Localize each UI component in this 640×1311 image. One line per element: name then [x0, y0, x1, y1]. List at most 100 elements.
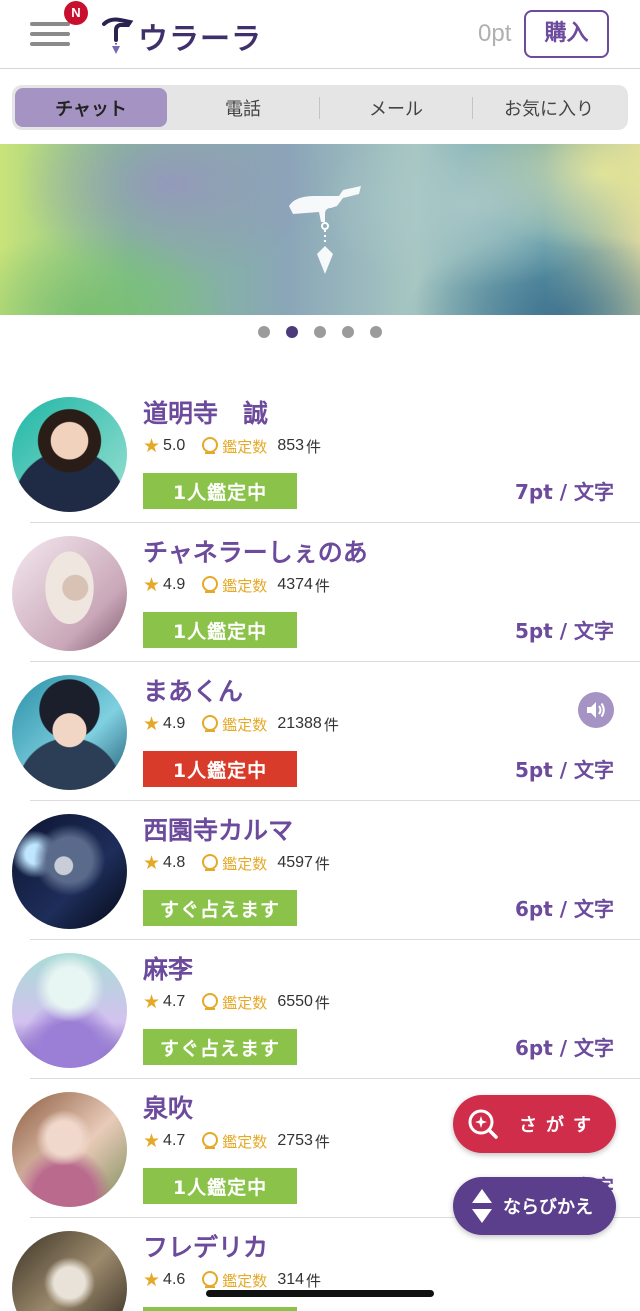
status-badge: すぐ占えます: [143, 890, 297, 926]
search-button[interactable]: さがす: [453, 1095, 616, 1153]
reader-name[interactable]: 泉吹: [143, 1089, 193, 1125]
reading-count-unit: 件: [314, 576, 330, 595]
reader-row[interactable]: チャネラーしぇのあ ★ 4.9 鑑定数 4374 件 1人鑑定中 5pt / 文…: [0, 523, 640, 662]
status-badge: 1人鑑定中: [143, 473, 297, 509]
crystal-ball-icon: [202, 576, 219, 593]
speaker-icon: [587, 702, 605, 718]
reader-price: 5pt / 文字: [514, 619, 614, 643]
reader-meta: ★ 4.9 鑑定数 21388 件: [143, 712, 339, 736]
home-indicator: [206, 1290, 434, 1297]
reader-rating: 4.8: [163, 854, 186, 871]
reading-count-unit: 件: [314, 1132, 330, 1151]
reader-meta: ★ 4.7 鑑定数 6550 件: [143, 990, 330, 1014]
reader-rating: 4.9: [163, 576, 186, 593]
reading-count-label: 鑑定数: [222, 437, 268, 456]
tab-mail[interactable]: メール: [320, 88, 472, 127]
points-balance: 0pt: [478, 20, 512, 47]
reader-rating: 4.7: [163, 993, 186, 1010]
reading-count-unit: 件: [323, 715, 339, 734]
app-header: N ウラーラ 0pt 購入: [0, 0, 640, 69]
reading-count-unit: 件: [314, 854, 330, 873]
status-badge: 1人鑑定中: [143, 612, 297, 648]
pagination-dot[interactable]: [370, 326, 382, 338]
star-icon: ★: [143, 852, 161, 874]
pagination-dot-active[interactable]: [286, 326, 298, 338]
search-button-label: さがす: [519, 1115, 600, 1136]
reader-name[interactable]: チャネラーしぇのあ: [143, 533, 368, 569]
status-badge: 1人鑑定中: [143, 751, 297, 787]
reader-row[interactable]: 麻李 ★ 4.7 鑑定数 6550 件 すぐ占えます 6pt / 文字: [0, 940, 640, 1079]
sort-button[interactable]: ならびかえ: [453, 1177, 616, 1235]
promo-banner[interactable]: [0, 144, 640, 315]
pagination-dot[interactable]: [258, 326, 270, 338]
reader-name[interactable]: 麻李: [143, 950, 193, 986]
reader-row[interactable]: まあくん ★ 4.9 鑑定数 21388 件 1人鑑定中 5pt / 文字: [0, 662, 640, 801]
star-icon: ★: [143, 1269, 161, 1291]
reader-meta: ★ 4.8 鑑定数 4597 件: [143, 851, 330, 875]
reading-count-unit: 件: [306, 437, 322, 456]
reading-count: 6550: [277, 993, 313, 1010]
star-icon: ★: [143, 713, 161, 735]
reader-avatar[interactable]: [12, 1231, 127, 1311]
crystal-ball-icon: [202, 993, 219, 1010]
reader-avatar[interactable]: [12, 536, 127, 651]
reader-rating: 4.9: [163, 715, 186, 732]
reading-count-unit: 件: [306, 1271, 322, 1290]
buy-points-button[interactable]: 購入: [524, 10, 609, 58]
crystal-ball-icon: [202, 1132, 219, 1149]
crystal-ball-icon: [202, 715, 219, 732]
reading-count-label: 鑑定数: [222, 576, 268, 595]
reading-count: 853: [277, 437, 305, 454]
reader-row[interactable]: 西園寺カルマ ★ 4.8 鑑定数 4597 件 すぐ占えます 6pt / 文字: [0, 801, 640, 940]
crystal-ball-icon: [202, 437, 219, 454]
tab-favorites[interactable]: お気に入り: [473, 88, 625, 127]
status-badge: 1人鑑定中: [143, 1168, 297, 1204]
reading-count: 4597: [277, 854, 313, 871]
reader-list: 道明寺 誠 ★ 5.0 鑑定数 853 件 1人鑑定中 7pt / 文字 チャネ…: [0, 384, 640, 1311]
reading-count-label: 鑑定数: [222, 1132, 268, 1151]
reading-count: 2753: [277, 1132, 313, 1149]
reader-meta: ★ 4.7 鑑定数 2753 件: [143, 1129, 330, 1153]
reader-price: 7pt / 文字: [514, 480, 614, 504]
reading-count-label: 鑑定数: [222, 993, 268, 1012]
reader-price: 5pt / 文字: [514, 758, 614, 782]
reading-count-label: 鑑定数: [222, 715, 268, 734]
tab-phone[interactable]: 電話: [167, 88, 319, 127]
logo-text: ウラーラ: [138, 22, 262, 57]
reader-rating: 4.6: [163, 1271, 186, 1288]
reader-name[interactable]: まあくん: [143, 672, 243, 708]
reader-avatar[interactable]: [12, 1092, 127, 1207]
reader-avatar[interactable]: [12, 397, 127, 512]
hamburger-menu-icon[interactable]: [30, 22, 70, 48]
reader-avatar[interactable]: [12, 675, 127, 790]
reader-name[interactable]: フレデリカ: [143, 1228, 268, 1264]
crystal-ball-icon: [202, 1271, 219, 1288]
pendulum-hand-logo-icon: [102, 17, 134, 54]
reading-count-label: 鑑定数: [222, 1271, 268, 1290]
reading-count: 21388: [277, 715, 322, 732]
reading-count: 4374: [277, 576, 313, 593]
reader-name[interactable]: 道明寺 誠: [143, 394, 268, 430]
reading-count-label: 鑑定数: [222, 854, 268, 873]
pagination-dot[interactable]: [342, 326, 354, 338]
pagination-dot[interactable]: [314, 326, 326, 338]
category-tabs: チャット 電話 メール お気に入り: [12, 85, 628, 130]
star-icon: ★: [143, 1130, 161, 1152]
reader-avatar[interactable]: [12, 814, 127, 929]
reader-avatar[interactable]: [12, 953, 127, 1068]
star-icon: ★: [143, 574, 161, 596]
notification-badge[interactable]: N: [64, 1, 88, 25]
app-logo[interactable]: ウラーラ: [100, 14, 262, 58]
reader-meta: ★ 4.9 鑑定数 4374 件: [143, 573, 330, 597]
status-badge: すぐ占えます: [143, 1029, 297, 1065]
reader-price: 6pt / 文字: [514, 897, 614, 921]
pendulum-hand-logo-icon: [289, 186, 361, 274]
reading-count-unit: 件: [314, 993, 330, 1012]
reader-name[interactable]: 西園寺カルマ: [143, 811, 293, 847]
reader-price: 6pt / 文字: [514, 1036, 614, 1060]
reader-rating: 4.7: [163, 1132, 186, 1149]
search-icon: [468, 1109, 498, 1139]
tab-chat[interactable]: チャット: [15, 88, 167, 127]
reader-row[interactable]: 道明寺 誠 ★ 5.0 鑑定数 853 件 1人鑑定中 7pt / 文字: [0, 384, 640, 523]
voice-sample-button[interactable]: [578, 692, 614, 728]
